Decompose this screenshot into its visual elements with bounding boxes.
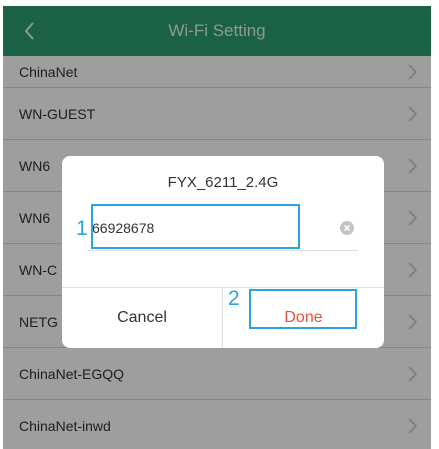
callout-number-2: 2 (228, 287, 240, 310)
callout-number-1: 1 (76, 217, 88, 240)
cancel-button[interactable]: Cancel (62, 288, 223, 348)
dialog-title: FYX_6211_2.4G (167, 174, 279, 191)
wifi-setting-screen: Wi-Fi Setting ChinaNet WN-GUEST WN6 WN6 … (3, 6, 431, 449)
callout-box-password (91, 204, 300, 249)
callout-box-done (249, 289, 357, 329)
clear-icon[interactable] (340, 221, 354, 235)
